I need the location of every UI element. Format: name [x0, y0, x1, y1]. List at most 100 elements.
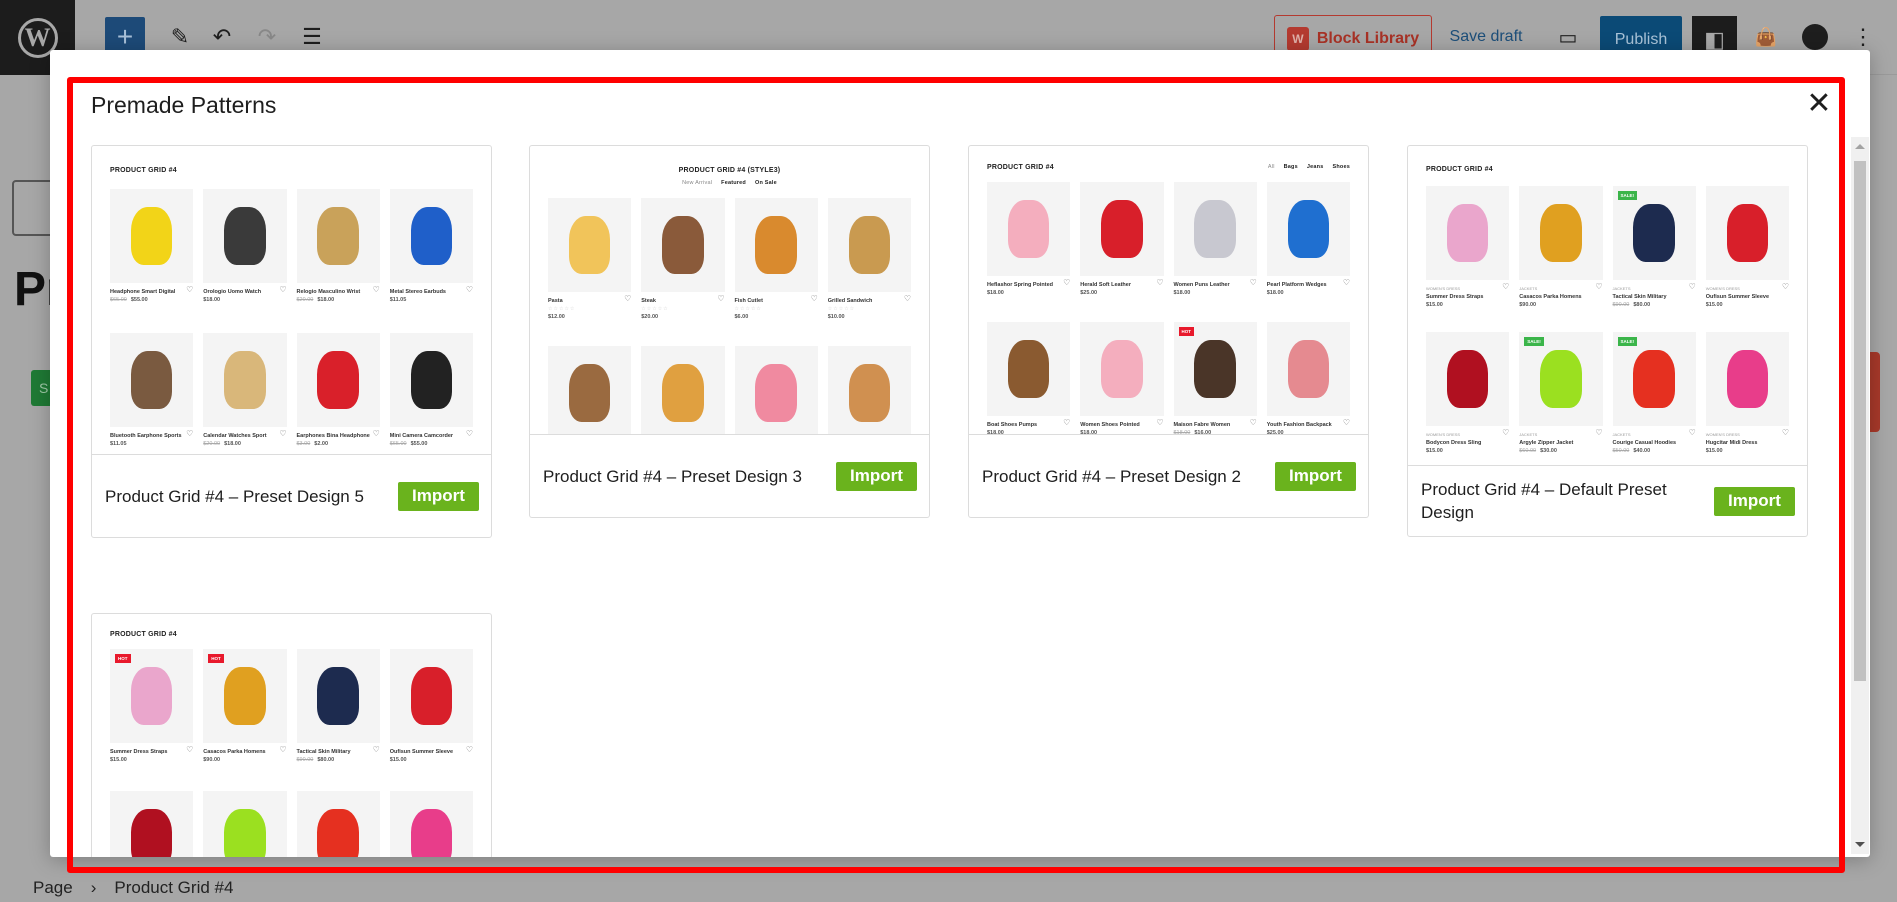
product-photo: [410, 808, 453, 857]
product-price: $15.00: [390, 756, 473, 764]
product-photo: [1446, 349, 1489, 409]
rating-stars: ☆☆☆☆☆: [827, 306, 856, 312]
product-image: [203, 189, 287, 283]
close-icon[interactable]: ✕: [1805, 89, 1833, 119]
product-current-price: $90.00: [1519, 302, 1537, 308]
heart-icon: ♡: [1342, 278, 1350, 287]
import-button[interactable]: Import: [398, 481, 479, 511]
preview-product: [734, 346, 818, 434]
scrollbar-thumb[interactable]: [1854, 161, 1866, 681]
product-meta: Pasta ☆☆☆☆☆ $12.00 ♡: [548, 292, 631, 334]
product-photo: [410, 350, 453, 410]
import-button[interactable]: Import: [1714, 486, 1795, 516]
product-photo: [1540, 203, 1582, 263]
product-meta: Casacos Parka Homens $90.00 ♡: [203, 743, 286, 779]
heart-icon: ♡: [624, 294, 632, 303]
product-photo: [130, 350, 173, 410]
product-price: $11.05: [390, 296, 473, 304]
pattern-preview[interactable]: PRODUCT GRID #4 Headphone Smart Digital $6…: [92, 146, 491, 455]
product-badge: HOT: [115, 654, 131, 663]
heart-icon: ♡: [1595, 428, 1603, 437]
product-meta: Summer Dress Straps $15.00 ♡: [110, 743, 193, 779]
pattern-preview[interactable]: PRODUCT GRID #4 Women's Dress Summer Dress…: [1408, 146, 1807, 466]
product-name: Summer Dress Straps: [1426, 294, 1484, 300]
pattern-card[interactable]: PRODUCT GRID #4 All Bags Jeans Shoes Heflasho…: [968, 145, 1369, 518]
pattern-card[interactable]: PRODUCT GRID #4 HOT Summer Dress Straps $15…: [91, 613, 492, 857]
product-name: Youth Fashion Backpack: [1266, 422, 1332, 428]
preview-product: Headphone Smart Digital $65.00 $55.00 ♡: [110, 189, 194, 317]
product-name: Summer Dress Straps: [110, 749, 168, 755]
heart-icon: ♡: [1249, 418, 1257, 427]
pattern-card[interactable]: PRODUCT GRID #4 (STYLE3) New Arrival Featu…: [529, 145, 930, 518]
preview-tab: New Arrival: [682, 179, 713, 186]
product-name: Pasta: [548, 298, 563, 304]
heart-icon: ♡: [1342, 418, 1350, 427]
scroll-down-arrow-icon[interactable]: [1855, 842, 1865, 847]
preview-header: PRODUCT GRID #4 All Bags Jeans Shoes: [987, 146, 1350, 182]
preview-product: SALE! Jackets Argyle Zipper Jacket $60.00 $3…: [1519, 332, 1603, 462]
product-image: [203, 333, 287, 427]
product-name: Calendar Watches Sport: [203, 433, 267, 439]
product-meta: Calendar Watches Sport $20.00 $18.00 ♡: [203, 427, 286, 454]
import-button[interactable]: Import: [1275, 461, 1356, 491]
preview-product: Oufisun Summer Sleeve $15.00 ♡: [389, 649, 473, 779]
product-meta: Women's Dress Bodycon Dress Sling $15.00 ♡: [1426, 426, 1509, 462]
preview-product: Orologio Uomo Watch $18.00 ♡: [203, 189, 287, 317]
product-name: Steak: [641, 298, 656, 304]
product-current-price: $16.00: [1194, 430, 1212, 435]
product-name: Headphone Smart Digital: [110, 289, 176, 295]
preview-header: PRODUCT GRID #4: [1426, 146, 1789, 186]
product-price: $18.00: [987, 289, 1070, 297]
product-name: Earphones Bina Headphone: [296, 433, 370, 439]
preview-product: Women Shoes Pointed $18.00 ♡: [1080, 322, 1164, 434]
heart-icon: ♡: [1688, 282, 1696, 291]
product-current-price: $90.00: [203, 757, 221, 763]
breadcrumb: Page › Product Grid #4: [33, 878, 233, 898]
preview-product-grid: Pasta ☆☆☆☆☆ $12.00 ♡ Steak ☆☆☆☆☆ $20.00 ♡ Fish C…: [548, 198, 911, 434]
product-price: $18.00: [987, 429, 1070, 434]
scroll-up-arrow-icon[interactable]: [1855, 144, 1865, 149]
pattern-preview[interactable]: PRODUCT GRID #4 All Bags Jeans Shoes Heflasho…: [969, 146, 1368, 435]
product-price: $12.00: [548, 313, 631, 321]
product-current-price: $12.00: [548, 314, 565, 320]
breadcrumb-page[interactable]: Page: [33, 878, 73, 898]
product-name: Courige Casual Hoodies: [1612, 440, 1677, 446]
modal-scrollbar[interactable]: [1851, 137, 1869, 854]
product-image: SALE!: [1519, 332, 1603, 426]
product-price: $18.00: [1080, 429, 1163, 434]
import-button[interactable]: Import: [836, 461, 917, 491]
product-meta: Women's Dress Hugcitar Midi Dress $15.00 ♡: [1706, 426, 1789, 462]
pattern-title: Product Grid #4 – Preset Design 3: [543, 466, 802, 486]
product-price: $18.00: [1174, 289, 1257, 297]
pattern-card[interactable]: PRODUCT GRID #4 Women's Dress Summer Dress…: [1407, 145, 1808, 537]
pattern-card-footer: Product Grid #4 – Preset Design 2 Import: [969, 435, 1368, 517]
product-category: Women's Dress: [1705, 432, 1740, 437]
product-meta: Youth Fashion Backpack $25.00 ♡: [1267, 416, 1350, 435]
pattern-preview[interactable]: PRODUCT GRID #4 (STYLE3) New Arrival Featu…: [530, 146, 929, 435]
heart-icon: ♡: [372, 745, 380, 754]
modal-title: Premade Patterns: [91, 92, 277, 118]
preview-product: Boat Shoes Pumps $18.00 ♡: [987, 322, 1071, 434]
product-meta: Steak ☆☆☆☆☆ $20.00 ♡: [641, 292, 724, 334]
product-photo: [1633, 203, 1675, 263]
heart-icon: ♡: [465, 429, 473, 438]
product-current-price: $80.00: [1633, 302, 1651, 308]
product-image: HOT: [1173, 322, 1257, 416]
premade-patterns-modal: Premade Patterns ✕ PRODUCT GRID #4 Headph…: [50, 50, 1870, 857]
product-name: Mini Camera Camcorder: [389, 433, 454, 439]
heart-icon: ♡: [372, 285, 380, 294]
product-current-price: $10.00: [827, 314, 845, 320]
heart-icon: ♡: [1063, 418, 1071, 427]
product-image: [548, 346, 632, 434]
heart-icon: ♡: [1688, 428, 1696, 437]
product-photo: [1007, 339, 1050, 399]
product-old-price: $3.00: [296, 441, 311, 447]
preview-heading: PRODUCT GRID #4: [987, 163, 1054, 171]
product-category: Jackets: [1612, 286, 1631, 291]
product-image: [389, 791, 473, 857]
product-photo: [317, 666, 359, 726]
pattern-card[interactable]: PRODUCT GRID #4 Headphone Smart Digital $6…: [91, 145, 492, 538]
breadcrumb-current[interactable]: Product Grid #4: [114, 878, 233, 898]
product-old-price: $65.00: [110, 297, 127, 303]
pattern-preview[interactable]: PRODUCT GRID #4 HOT Summer Dress Straps $15…: [92, 614, 491, 857]
